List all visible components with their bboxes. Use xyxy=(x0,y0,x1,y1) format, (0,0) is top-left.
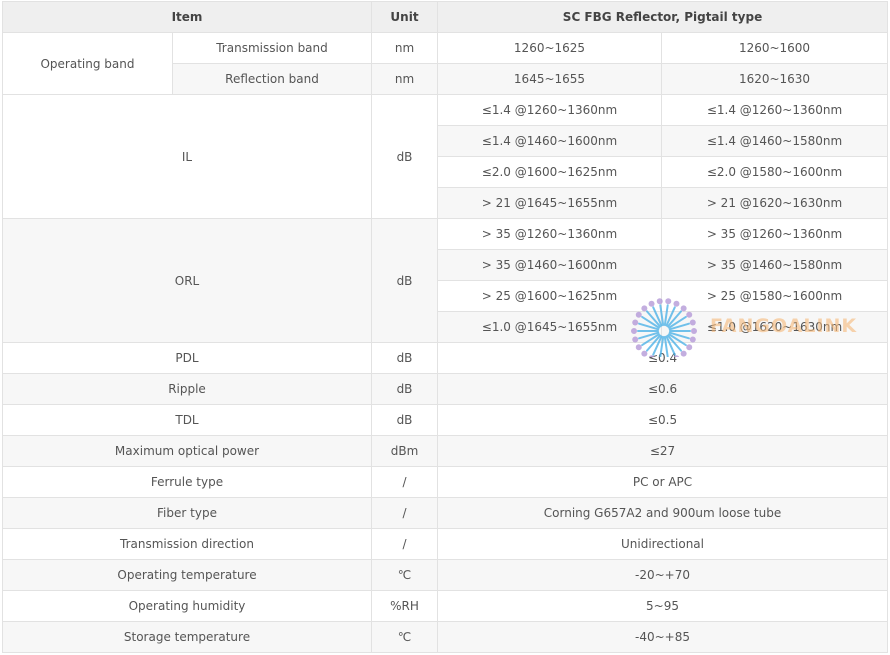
table-row: PDL dB ≤0.4 xyxy=(2,342,889,374)
table-row: IL dB ≤1.4 @1260~1360nm ≤1.4 @1260~1360n… xyxy=(2,94,889,219)
spec-value: ≤0.5 xyxy=(436,404,889,436)
spec-unit: ℃ xyxy=(371,559,438,591)
spec-label: Fiber type xyxy=(2,497,372,529)
table-row: Operating humidity %RH 5~95 xyxy=(2,590,889,622)
transmission-band-label: Transmission band xyxy=(172,32,372,64)
orl-row3-v2: > 25 @1580~1600nm xyxy=(660,280,889,312)
orl-row2-v2: > 35 @1460~1580nm xyxy=(660,249,889,281)
il-row1-v2: ≤1.4 @1260~1360nm xyxy=(660,94,889,126)
spec-unit: dB xyxy=(371,342,438,374)
il-row4-v1: > 21 @1645~1655nm xyxy=(437,187,662,219)
il-unit: dB xyxy=(371,94,438,219)
spec-value: PC or APC xyxy=(436,466,889,498)
spec-label: Ferrule type xyxy=(2,466,372,498)
spec-label: Maximum optical power xyxy=(2,435,372,467)
spec-unit: dBm xyxy=(371,435,438,467)
spec-label: Ripple xyxy=(2,373,372,405)
transmission-band-v1: 1260~1625 xyxy=(437,32,662,64)
orl-label: ORL xyxy=(2,218,372,343)
orl-row4-v1: ≤1.0 @1645~1655nm xyxy=(437,311,662,343)
header-item: Item xyxy=(2,1,372,33)
spec-label: Transmission direction xyxy=(2,528,372,560)
operating-band-label: Operating band xyxy=(2,32,173,95)
reflection-band-v2: 1620~1630 xyxy=(660,63,889,95)
header-product: SC FBG Reflector, Pigtail type xyxy=(436,1,889,33)
orl-row1-v2: > 35 @1260~1360nm xyxy=(660,218,889,250)
table-row: TDL dB ≤0.5 xyxy=(2,404,889,436)
table-row: ORL dB > 35 @1260~1360nm > 35 @1260~1360… xyxy=(2,218,889,343)
il-row1-v1: ≤1.4 @1260~1360nm xyxy=(437,94,662,126)
spec-value: ≤27 xyxy=(436,435,889,467)
spec-unit: / xyxy=(371,528,438,560)
spec-unit: ℃ xyxy=(371,621,438,653)
spec-value: -20~+70 xyxy=(436,559,889,591)
spec-value: -40~+85 xyxy=(436,621,889,653)
table-row: Maximum optical power dBm ≤27 xyxy=(2,435,889,467)
orl-unit: dB xyxy=(371,218,438,343)
orl-row4-v2: ≤1.0 @1620~1630nm xyxy=(660,311,889,343)
transmission-band-unit: nm xyxy=(371,32,438,64)
reflection-band-v1: 1645~1655 xyxy=(437,63,662,95)
spec-unit: / xyxy=(371,466,438,498)
spec-unit: dB xyxy=(371,404,438,436)
table-row: Storage temperature ℃ -40~+85 xyxy=(2,621,889,653)
spec-table: Item Unit SC FBG Reflector, Pigtail type… xyxy=(2,1,889,653)
header-row: Item Unit SC FBG Reflector, Pigtail type xyxy=(2,1,889,33)
spec-unit: %RH xyxy=(371,590,438,622)
spec-value: 5~95 xyxy=(436,590,889,622)
table-row: Fiber type / Corning G657A2 and 900um lo… xyxy=(2,497,889,529)
il-row2-v2: ≤1.4 @1460~1580nm xyxy=(660,125,889,157)
spec-unit: dB xyxy=(371,373,438,405)
spec-value: ≤0.6 xyxy=(436,373,889,405)
reflection-band-unit: nm xyxy=(371,63,438,95)
orl-row2-v1: > 35 @1460~1600nm xyxy=(437,249,662,281)
spec-value: Unidirectional xyxy=(436,528,889,560)
il-row2-v1: ≤1.4 @1460~1600nm xyxy=(437,125,662,157)
spec-value: ≤0.4 xyxy=(436,342,889,374)
spec-label: TDL xyxy=(2,404,372,436)
il-row4-v2: > 21 @1620~1630nm xyxy=(660,187,889,219)
spec-label: Operating humidity xyxy=(2,590,372,622)
transmission-band-v2: 1260~1600 xyxy=(660,32,889,64)
table-row: Operating temperature ℃ -20~+70 xyxy=(2,559,889,591)
spec-value: Corning G657A2 and 900um loose tube xyxy=(436,497,889,529)
spec-unit: / xyxy=(371,497,438,529)
spec-label: PDL xyxy=(2,342,372,374)
table-row: Operating band Transmission band nm 1260… xyxy=(2,32,889,95)
header-unit: Unit xyxy=(371,1,438,33)
table-row: Transmission direction / Unidirectional xyxy=(2,528,889,560)
orl-row1-v1: > 35 @1260~1360nm xyxy=(437,218,662,250)
il-label: IL xyxy=(2,94,372,219)
il-row3-v1: ≤2.0 @1600~1625nm xyxy=(437,156,662,188)
orl-row3-v1: > 25 @1600~1625nm xyxy=(437,280,662,312)
table-row: Ripple dB ≤0.6 xyxy=(2,373,889,405)
reflection-band-label: Reflection band xyxy=(172,63,372,95)
table-row: Ferrule type / PC or APC xyxy=(2,466,889,498)
il-row3-v2: ≤2.0 @1580~1600nm xyxy=(660,156,889,188)
spec-label: Storage temperature xyxy=(2,621,372,653)
spec-label: Operating temperature xyxy=(2,559,372,591)
